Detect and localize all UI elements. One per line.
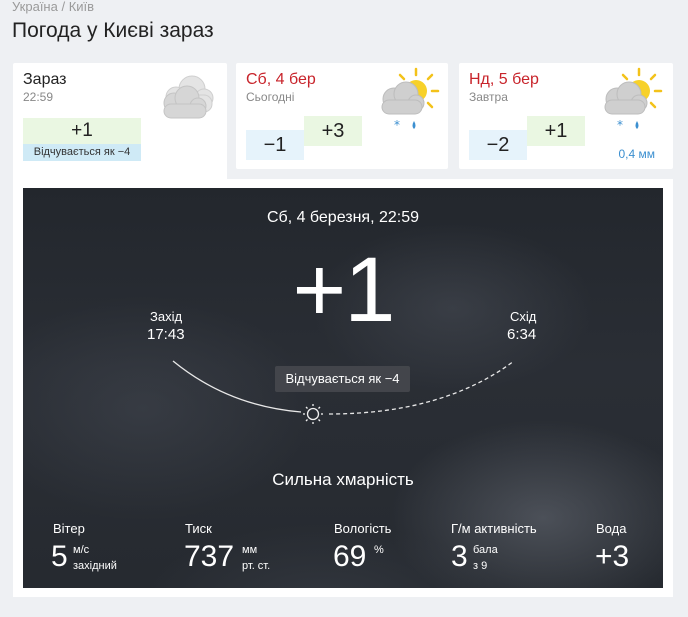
geomagnetic-scale: з 9 — [473, 560, 488, 572]
pressure-value: 737 — [184, 540, 235, 573]
geomagnetic-value: 3 — [451, 540, 468, 573]
breadcrumb-country[interactable]: Україна — [12, 0, 58, 14]
water-label: Вода — [596, 521, 627, 536]
partly-cloudy-snow-rain-icon: * — [381, 67, 440, 132]
pressure-label: Тиск — [185, 521, 212, 536]
sunday-precipitation: 0,4 мм — [618, 147, 655, 161]
sunday-max-temp: +1 — [527, 116, 585, 146]
current-condition: Сильна хмарність — [272, 470, 414, 489]
saturday-max-temp: +3 — [304, 116, 362, 146]
tab-sunday[interactable]: Нд, 5 бер Завтра * −2 +1 0,4 мм — [459, 63, 673, 169]
now-feels-like: Відчувається як −4 — [23, 144, 141, 161]
water-value: +3 — [595, 540, 630, 573]
geomagnetic-unit: бала — [473, 544, 498, 556]
saturday-min-temp: −1 — [246, 130, 304, 160]
geomagnetic-label: Г/м активність — [451, 521, 537, 536]
wind-unit: м/с — [73, 544, 90, 556]
breadcrumb-city[interactable]: Київ — [69, 0, 94, 14]
current-feels-like: Відчувається як −4 — [275, 366, 410, 392]
tab-saturday-sub: Сьогодні — [246, 90, 295, 104]
wind-label: Вітер — [53, 521, 85, 536]
now-temp: +1 — [23, 118, 141, 144]
breadcrumb: Україна / Київ — [12, 0, 94, 14]
svg-text:*: * — [617, 118, 623, 132]
humidity-label: Вологість — [334, 521, 392, 536]
sun-path-arc — [172, 360, 515, 424]
wind-direction: західний — [73, 560, 117, 572]
page-title: Погода у Києві зараз — [12, 19, 214, 42]
sun-position-icon — [303, 404, 323, 424]
tab-sunday-sub: Завтра — [469, 90, 508, 104]
tab-saturday-title: Сб, 4 бер — [246, 71, 316, 88]
tab-now[interactable]: Зараз 22:59 +1 Відчувається як −4 — [13, 63, 227, 183]
humidity-value: 69 — [333, 540, 367, 573]
humidity-unit: % — [374, 544, 384, 556]
cloudy-icon — [163, 75, 214, 119]
partly-cloudy-snow-rain-icon: * — [604, 67, 663, 132]
pressure-unit: мм — [242, 544, 258, 556]
svg-text:*: * — [394, 118, 400, 132]
tab-now-title: Зараз — [23, 71, 67, 88]
tab-sunday-title: Нд, 5 бер — [469, 71, 539, 88]
tab-now-time: 22:59 — [23, 90, 54, 104]
pressure-unit-extra: рт. ст. — [242, 560, 271, 572]
tab-saturday[interactable]: Сб, 4 бер Сьогодні * −1 +3 — [236, 63, 448, 169]
sunday-min-temp: −2 — [469, 130, 527, 160]
breadcrumb-separator: / — [57, 0, 69, 14]
wind-value: 5 — [51, 540, 68, 573]
current-weather-card: Сб, 4 березня, 22:59 +1 Захід 17:43 Схід… — [23, 188, 663, 588]
